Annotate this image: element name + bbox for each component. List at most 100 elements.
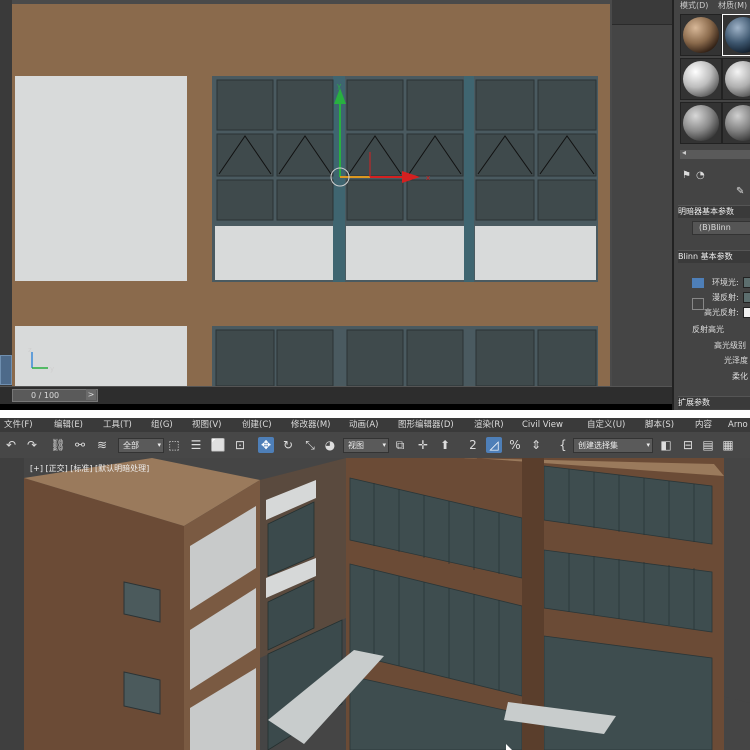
percent-snap-label: % — [509, 438, 521, 452]
menu-modifiers[interactable]: 修改器(M) — [291, 418, 330, 432]
pivot-center-icon[interactable]: ⧉ — [392, 437, 408, 453]
menu-edit[interactable]: 编辑(E) — [54, 418, 83, 432]
chevron-down-icon: ▾ — [382, 441, 386, 449]
named-selection-value: 创建选择集 — [578, 441, 618, 450]
unlink-icon[interactable]: ⚯ — [72, 437, 88, 453]
select-manipulate-icon[interactable]: ✛ — [415, 437, 431, 453]
selection-filter-dropdown[interactable]: 全部 ▾ — [118, 438, 164, 453]
keyboard-shortcut-override-icon[interactable]: ⬆ — [437, 437, 453, 453]
menu-animation[interactable]: 动画(A) — [349, 418, 378, 432]
viewport-side-indicator[interactable] — [0, 355, 12, 385]
select-and-move-icon[interactable]: ✥ — [258, 437, 274, 453]
lock-diffuse-icon[interactable] — [692, 298, 704, 310]
ribbon-icon[interactable]: ▦ — [720, 437, 736, 453]
viewport-label[interactable]: [+] [正交] [标准] [默认明暗处理] — [30, 463, 149, 474]
facade-panel-left-upper — [15, 76, 187, 281]
put-material-icon[interactable]: ◔ — [696, 170, 705, 181]
spinner-snap-icon[interactable]: ⇕ — [528, 437, 544, 453]
ambient-swatch[interactable] — [743, 277, 750, 288]
selection-filter-value: 全部 — [123, 441, 139, 450]
viewport-left-strip — [0, 0, 12, 386]
screenshot-divider — [0, 410, 750, 418]
snaps-toggle-icon[interactable]: 2 — [465, 437, 481, 453]
side-window-2 — [123, 671, 161, 715]
place-object-icon[interactable]: ◕ — [322, 437, 338, 453]
main-toolbar: ↶ ↷ ⛓ ⚯ ≋ 全部 ▾ ⬚ ☰ ⬜ ⊡ ✥ ↻ ⤡ ◕ 视图 ▾ ⧉ ✛ ⬆ … — [0, 432, 750, 459]
material-slot-1[interactable] — [680, 14, 722, 56]
percent-snap-icon[interactable]: % — [507, 437, 523, 453]
viewport-left-panel — [0, 458, 24, 750]
shader-dropdown[interactable]: (B)Blinn — [692, 221, 750, 235]
menu-content[interactable]: 内容 — [695, 418, 712, 432]
menu-views[interactable]: 视图(V) — [192, 418, 221, 432]
viewport-right-strip-header — [612, 0, 672, 25]
rectangular-selection-icon[interactable]: ⬜ — [210, 437, 226, 453]
specular-swatch[interactable] — [743, 307, 750, 318]
material-slot-2[interactable] — [722, 14, 750, 56]
menu-create[interactable]: 创建(C) — [242, 418, 272, 432]
gizmo-y-label: y — [337, 82, 341, 90]
diffuse-label: 漫反射: — [712, 293, 739, 302]
lock-ambient-icon[interactable] — [692, 278, 704, 288]
menu-mode[interactable]: 模式(D) — [680, 0, 708, 12]
menu-group[interactable]: 组(G) — [151, 418, 173, 432]
blinn-rollout[interactable]: Blinn 基本参数 — [678, 250, 750, 263]
window-spandrel-panels — [215, 226, 596, 280]
specular-highlights-label: 反射高光 — [692, 325, 724, 334]
menu-material[interactable]: 材质(M) — [718, 0, 747, 12]
bind-space-warp-icon[interactable]: ≋ — [94, 437, 110, 453]
lower-window-row — [212, 326, 598, 388]
menu-civil-view[interactable]: Civil View — [522, 418, 563, 432]
select-and-rotate-icon[interactable]: ↻ — [280, 437, 296, 453]
undo-icon[interactable]: ↶ — [3, 437, 19, 453]
shader-rollout-title: 明暗器基本参数 — [678, 207, 734, 216]
blinn-rollout-title: Blinn 基本参数 — [678, 252, 733, 261]
gizmo-x-label: x — [426, 174, 430, 182]
select-object-icon[interactable]: ⬚ — [166, 437, 182, 453]
redo-icon[interactable]: ↷ — [24, 437, 40, 453]
axis-tripod: z y — [28, 346, 54, 373]
menu-rendering[interactable]: 渲染(R) — [474, 418, 504, 432]
material-slot-3[interactable] — [680, 58, 722, 100]
edit-named-selection-icon[interactable]: { — [555, 437, 571, 453]
eyedropper-icon[interactable]: ✎ — [736, 186, 744, 197]
diffuse-swatch[interactable] — [743, 292, 750, 303]
extended-rollout-title: 扩展参数 — [678, 398, 710, 407]
align-icon[interactable]: ⊟ — [680, 437, 696, 453]
menu-customize[interactable]: 自定义(U) — [587, 418, 625, 432]
specular-label: 高光反射: — [704, 308, 739, 317]
link-icon[interactable]: ⛓ — [50, 437, 66, 453]
material-slot-4[interactable] — [722, 58, 750, 100]
angle-snap-icon[interactable]: ◿ — [486, 437, 502, 453]
named-selection-dropdown[interactable]: 创建选择集 ▾ — [573, 438, 653, 453]
glossiness-label: 光泽度 — [724, 356, 748, 365]
slot-scrollbar[interactable]: ◂ — [680, 148, 750, 159]
shader-rollout[interactable]: 明暗器基本参数 — [678, 205, 750, 218]
menu-scripting[interactable]: 脚本(S) — [645, 418, 674, 432]
menu-file[interactable]: 文件(F) — [4, 418, 33, 432]
front-view-drawing[interactable]: y x — [12, 4, 612, 388]
viewport-right-strip — [612, 0, 672, 386]
select-and-scale-icon[interactable]: ⤡ — [302, 437, 318, 453]
orthographic-building-view[interactable] — [24, 458, 750, 750]
extended-rollout[interactable]: 扩展参数 — [678, 396, 750, 409]
layer-manager-icon[interactable]: ▤ — [700, 437, 716, 453]
get-material-icon[interactable]: ⚑ — [682, 170, 691, 181]
menu-tools[interactable]: 工具(T) — [103, 418, 132, 432]
material-slot-6[interactable] — [722, 102, 750, 144]
window-crossing-icon[interactable]: ⊡ — [232, 437, 248, 453]
menu-graph-editors[interactable]: 图形编辑器(D) — [398, 418, 454, 432]
main-menu-bar: 文件(F) 编辑(E) 工具(T) 组(G) 视图(V) 创建(C) 修改器(M… — [0, 418, 750, 433]
snaps-toggle-label: 2 — [469, 438, 477, 452]
mirror-icon[interactable]: ◧ — [658, 437, 674, 453]
menu-arnold[interactable]: Arno — [728, 418, 748, 432]
select-by-name-icon[interactable]: ☰ — [188, 437, 204, 453]
soften-label: 柔化 — [732, 372, 748, 381]
reference-coordinate-dropdown[interactable]: 视图 ▾ — [343, 438, 389, 453]
time-slider-next[interactable]: > — [86, 389, 96, 400]
chevron-down-icon: ▾ — [157, 441, 161, 449]
axis-z-label: z — [28, 346, 32, 354]
material-slot-5[interactable] — [680, 102, 722, 144]
ambient-label: 环境光: — [712, 278, 739, 287]
time-slider-track[interactable] — [0, 386, 672, 404]
